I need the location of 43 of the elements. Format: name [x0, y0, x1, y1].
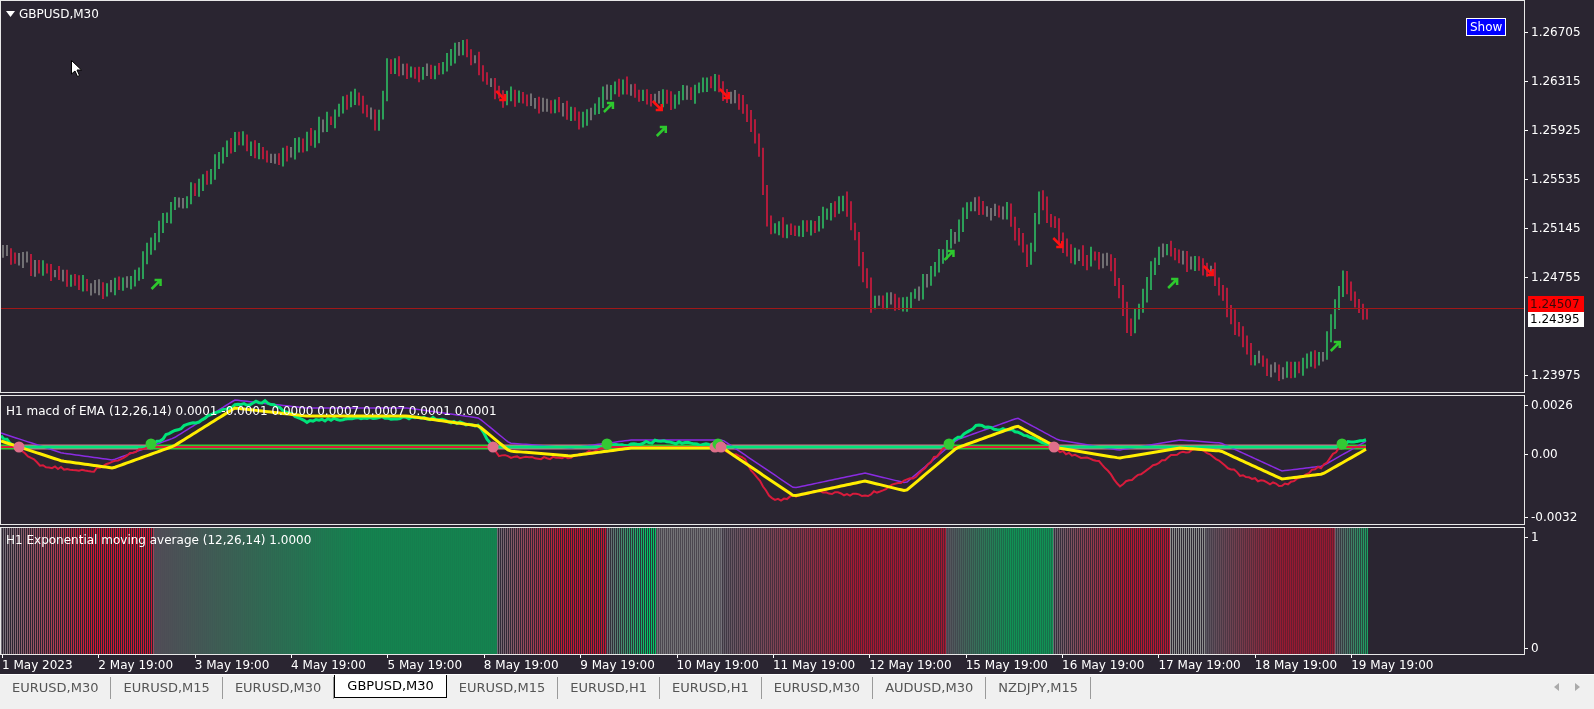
time-label: 17 May 19:00 [1158, 658, 1241, 672]
chart-title: GBPUSD,M30 [19, 6, 99, 23]
time-label: 1 May 2023 [2, 658, 73, 672]
caret-icon[interactable] [6, 11, 15, 17]
axis-label: 1.25145 [1531, 220, 1581, 236]
time-label: 15 May 19:00 [965, 658, 1048, 672]
axis-label: -0.0032 [1531, 509, 1578, 525]
chart-tab[interactable]: EURUSD,M30 [761, 677, 874, 699]
show-button[interactable]: Show [1466, 18, 1507, 36]
chart-tab[interactable]: NZDJPY,M15 [986, 677, 1092, 699]
axis-label: 1.26705 [1531, 24, 1581, 40]
time-label: 5 May 19:00 [387, 658, 463, 672]
time-label: 12 May 19:00 [869, 658, 952, 672]
time-label: 4 May 19:00 [291, 658, 366, 672]
time-label: 11 May 19:00 [772, 658, 856, 672]
chart-tab[interactable]: GBPUSD,M30 [334, 674, 447, 698]
scroll-left-icon[interactable] [1554, 683, 1559, 691]
time-label: 16 May 19:00 [1062, 658, 1145, 672]
time-label: 19 May 19:00 [1351, 658, 1434, 672]
axis-label: 0.00 [1531, 446, 1558, 462]
chart-tab[interactable]: EURUSD,M30 [0, 677, 112, 699]
axis-label: 1 [1531, 529, 1539, 545]
axis-label: 0.0026 [1531, 397, 1573, 413]
time-label: 9 May 19:00 [580, 658, 655, 672]
axis-label: 0 [1531, 640, 1539, 656]
bid-price-label: 1.24507 [1528, 296, 1584, 312]
time-label: 8 May 19:00 [483, 658, 559, 672]
chart-tab[interactable]: EURUSD,M15 [111, 677, 223, 699]
axis-label: 1.25535 [1531, 171, 1581, 187]
pointer-icon [71, 60, 82, 77]
scroll-right-icon[interactable] [1575, 683, 1580, 691]
chart-tab[interactable]: EURUSD,H1 [659, 677, 762, 699]
axis-label: 1.26315 [1531, 73, 1581, 89]
axis-label: 1.25925 [1531, 122, 1581, 138]
time-label: 18 May 19:00 [1254, 658, 1338, 672]
time-label: 3 May 19:00 [194, 658, 270, 672]
axis-label: 1.23975 [1531, 367, 1581, 383]
chart-tab[interactable]: EURUSD,H1 [558, 677, 660, 699]
time-label: 2 May 19:00 [98, 658, 173, 672]
chart-tab[interactable]: AUDUSD,M30 [873, 677, 987, 699]
time-label: 10 May 19:00 [676, 658, 759, 672]
axis-label: 1.24755 [1531, 269, 1581, 285]
chart-tab[interactable]: EURUSD,M15 [446, 677, 559, 699]
